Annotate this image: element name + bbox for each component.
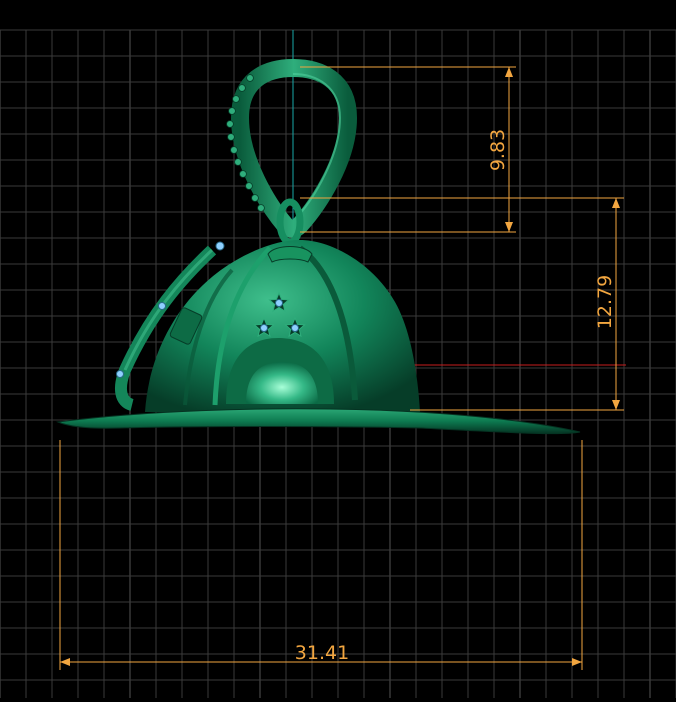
- cad-viewport[interactable]: 9.83 12.79 31.41: [0, 0, 676, 698]
- helmet-brim: [56, 408, 581, 435]
- helmet-pendant-model: [56, 58, 581, 435]
- cad-drawing: 9.83 12.79 31.41: [0, 29, 676, 698]
- dimension-helmet-height: 12.79: [594, 275, 616, 329]
- dimension-overall-width: 31.41: [295, 642, 349, 664]
- dimension-bail-height: 9.83: [487, 129, 509, 171]
